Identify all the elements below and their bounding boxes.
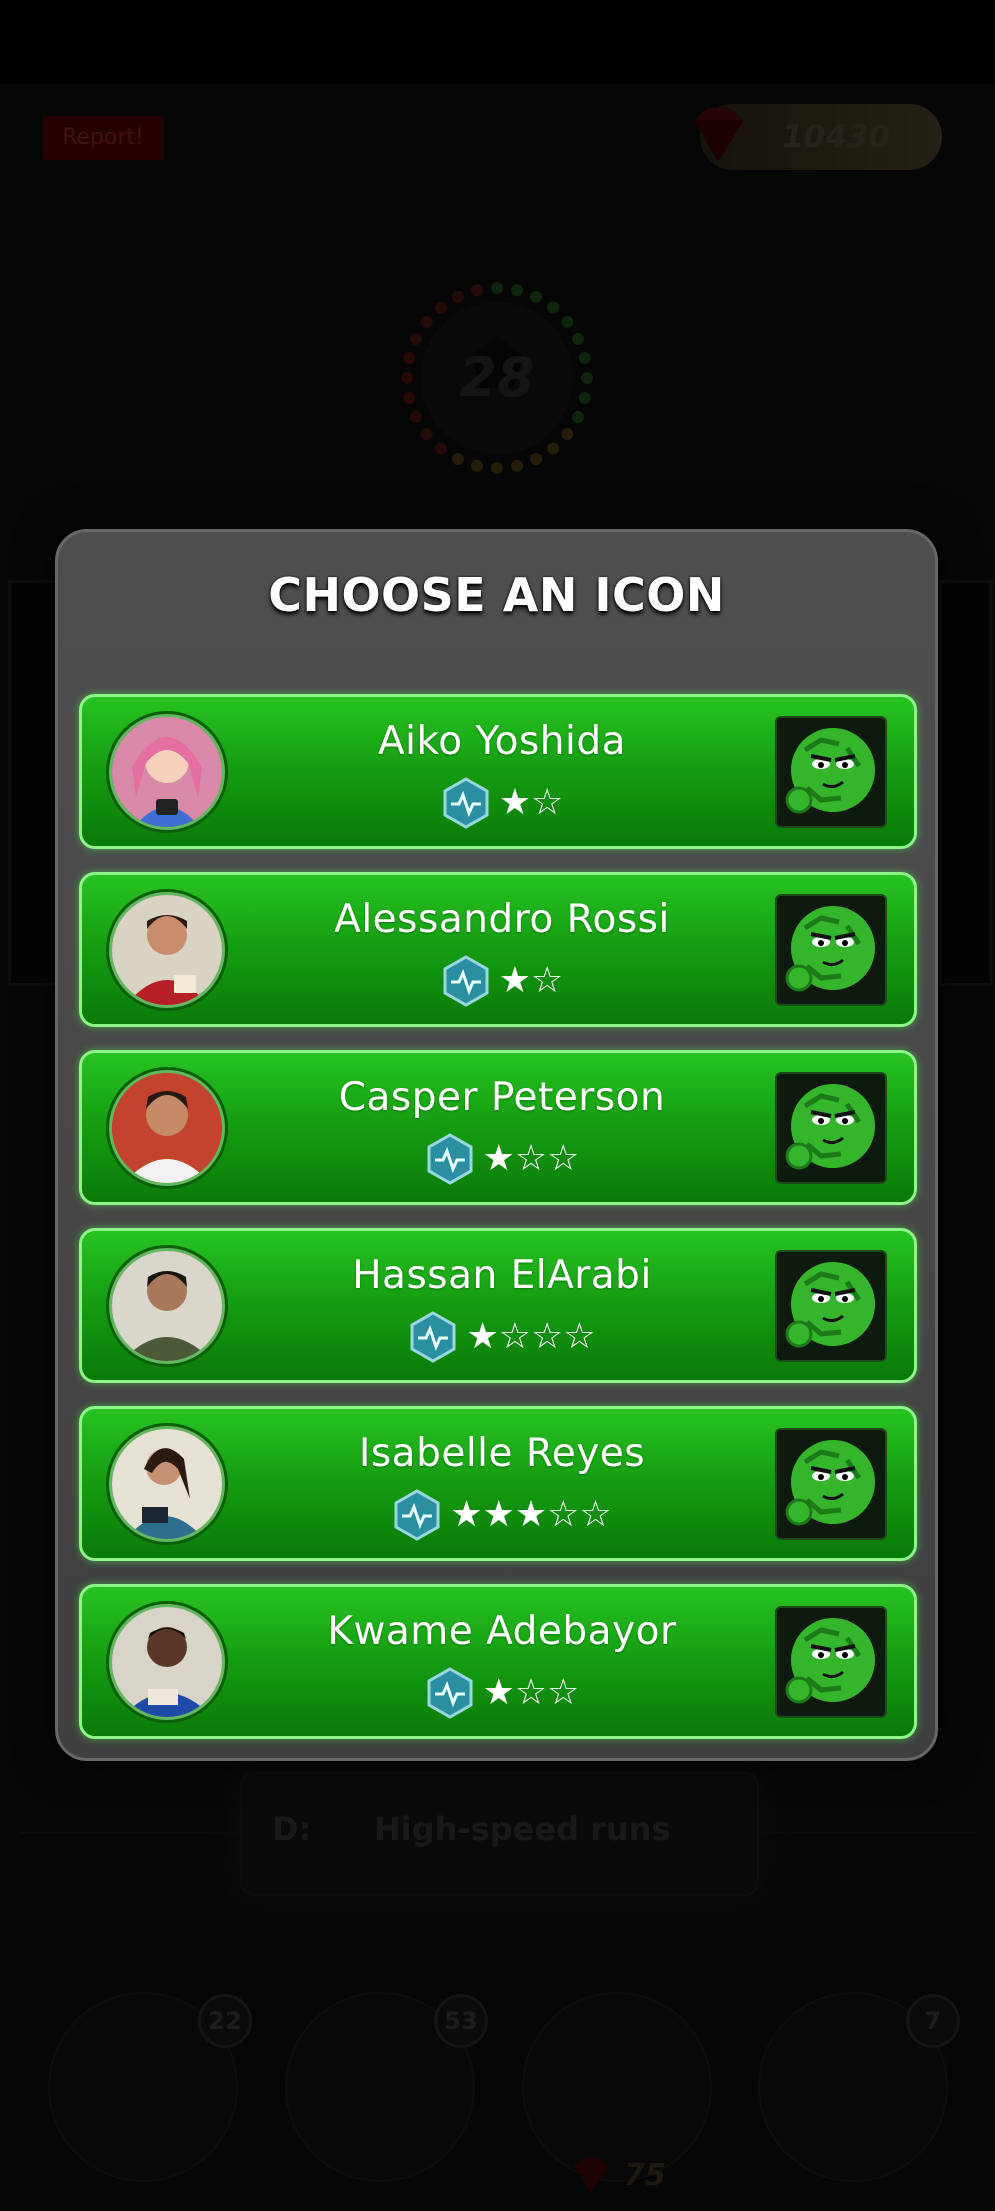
icon-option-kwame-adebayor[interactable]: Kwame Adebayor ★☆☆	[79, 1584, 917, 1739]
rating: ★☆☆	[252, 1132, 752, 1185]
stars: ★☆	[498, 959, 564, 1001]
icon-option-casper-peterson[interactable]: Casper Peterson ★☆☆	[79, 1050, 917, 1205]
icon-option-hassan-elarabi[interactable]: Hassan ElArabi ★☆☆☆	[79, 1228, 917, 1383]
icon-option-alessandro-rossi[interactable]: Alessandro Rossi ★☆	[79, 872, 917, 1027]
man-blue-jersey-avatar	[109, 1604, 225, 1720]
stars: ★★★☆☆	[450, 1493, 612, 1535]
man-red-jersey-avatar	[109, 892, 225, 1008]
icon-option-isabelle-reyes[interactable]: Isabelle Reyes ★★★☆☆	[79, 1406, 917, 1561]
pulse-hexagon-icon	[427, 1666, 473, 1719]
rating: ★☆☆	[252, 1666, 752, 1719]
pulse-hexagon-icon	[427, 1132, 473, 1185]
choose-icon-dialog: CHOOSE AN ICON Aiko Yoshida ★☆ Alessandr…	[55, 529, 938, 1761]
pulse-hexagon-icon	[443, 954, 489, 1007]
stars: ★☆☆	[482, 1671, 580, 1713]
pulse-hexagon-icon	[443, 776, 489, 829]
smug-football-emote-icon	[775, 1428, 887, 1540]
smug-football-emote-icon	[775, 1606, 887, 1718]
pulse-hexagon-icon	[394, 1488, 440, 1541]
smug-football-emote-icon	[775, 1250, 887, 1362]
stars: ★☆☆	[482, 1137, 580, 1179]
icon-option-aiko-yoshida[interactable]: Aiko Yoshida ★☆	[79, 694, 917, 849]
icon-name: Kwame Adebayor	[327, 1609, 677, 1654]
icon-list: Aiko Yoshida ★☆ Alessandro Rossi ★☆ Casp…	[79, 694, 917, 1762]
rating: ★★★☆☆	[252, 1488, 752, 1541]
pulse-hexagon-icon	[410, 1310, 456, 1363]
rating: ★☆	[252, 776, 752, 829]
smug-football-emote-icon	[775, 894, 887, 1006]
icon-name: Hassan ElArabi	[352, 1253, 652, 1298]
woman-tablet-avatar	[109, 1426, 225, 1542]
stars: ★☆☆☆	[466, 1315, 596, 1357]
icon-name: Aiko Yoshida	[378, 719, 626, 764]
smug-football-emote-icon	[775, 716, 887, 828]
woman-camera-avatar	[109, 714, 225, 830]
man-white-shirt-avatar	[109, 1070, 225, 1186]
stars: ★☆	[498, 781, 564, 823]
smug-football-emote-icon	[775, 1072, 887, 1184]
icon-name: Alessandro Rossi	[334, 897, 670, 942]
man-military-avatar	[109, 1248, 225, 1364]
dialog-title: CHOOSE AN ICON	[268, 568, 725, 622]
rating: ★☆	[252, 954, 752, 1007]
rating: ★☆☆☆	[252, 1310, 752, 1363]
icon-name: Isabelle Reyes	[358, 1431, 646, 1476]
icon-name: Casper Peterson	[338, 1075, 666, 1120]
